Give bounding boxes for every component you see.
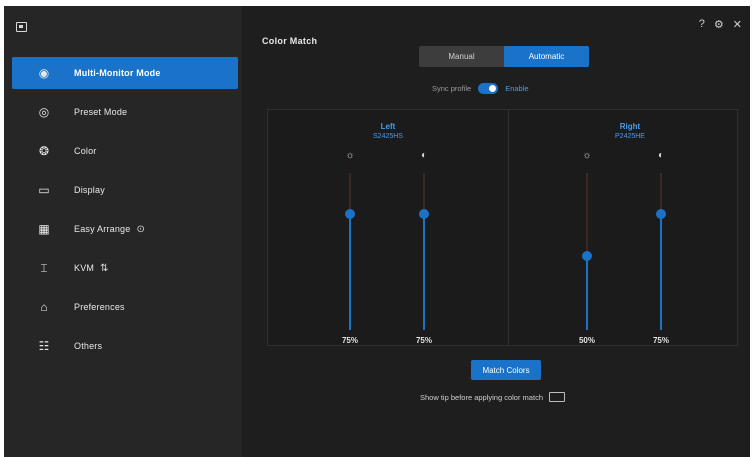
switch-icon: ⇅ — [100, 262, 109, 274]
display-icon: ▭ — [38, 183, 50, 197]
help-icon[interactable]: ? — [699, 18, 705, 31]
tip-text: Show tip before applying color match — [420, 392, 543, 402]
monitor-left-header: Left S2425HS — [356, 122, 420, 140]
close-icon[interactable]: ✕ — [733, 18, 742, 31]
slider-value: 75% — [652, 336, 669, 345]
sidebar-item-others[interactable]: ☷ Others — [12, 330, 238, 362]
brightness-icon: ☼ — [345, 150, 355, 161]
sidebar-item-multi-monitor-mode[interactable]: ◉ Multi-Monitor Mode — [12, 57, 238, 89]
toggle-right-label: Enable — [505, 84, 529, 93]
sync-toggle-row: Sync profile Enable — [432, 83, 529, 94]
sidebar: ◉ Multi-Monitor Mode ◎ Preset Mode ❂ Col… — [4, 6, 242, 457]
tip-row: Show tip before applying color match — [420, 392, 565, 402]
contrast-icon: ◐ — [657, 150, 665, 161]
toggle-left-label: Sync profile — [432, 84, 472, 93]
page-title: Color Match — [262, 36, 318, 46]
kvm-icon: ⌶ — [40, 260, 48, 275]
monitor-right-name: Right — [619, 122, 641, 131]
main-panel: ? ⚙ ✕ Color Match Manual Automatic Sync … — [242, 6, 750, 457]
slider-value: 50% — [578, 336, 595, 345]
home-icon: ⌂ — [40, 300, 48, 314]
app-logo-icon — [16, 22, 27, 32]
sidebar-nav: ◉ Multi-Monitor Mode ◎ Preset Mode ❂ Col… — [12, 57, 238, 369]
sidebar-item-label: Easy Arrange — [74, 224, 131, 234]
sidebar-item-label: Multi-Monitor Mode — [74, 68, 161, 78]
tab-manual[interactable]: Manual — [419, 46, 504, 67]
slider-fill — [423, 213, 425, 330]
sidebar-item-preset-mode[interactable]: ◎ Preset Mode — [12, 96, 238, 128]
slider-fill — [660, 213, 662, 330]
slider-thumb[interactable] — [345, 208, 355, 219]
brightness-icon: ☼ — [582, 150, 592, 161]
slider-fill — [586, 256, 588, 330]
sidebar-item-easy-arrange[interactable]: ▦ Easy Arrange ⊙ — [12, 213, 238, 245]
sidebar-item-label: Color — [74, 146, 97, 156]
monitor-icon: ◉ — [38, 66, 50, 80]
grid-icon: ▦ — [38, 222, 50, 236]
slider-thumb[interactable] — [419, 208, 429, 219]
monitor-sliders-panel: Left S2425HS Right P2425HE ☼ 75% ◐ 75% ☼… — [267, 109, 738, 346]
sidebar-item-preferences[interactable]: ⌂ Preferences — [12, 291, 238, 323]
sidebar-item-label: Display — [74, 185, 105, 195]
monitor-right-header: Right P2425HE — [598, 122, 662, 140]
window-controls: ? ⚙ ✕ — [699, 18, 742, 31]
tip-checkbox[interactable] — [549, 392, 565, 402]
sidebar-item-display[interactable]: ▭ Display — [12, 174, 238, 206]
slider-fill — [349, 213, 351, 330]
mode-segmented-control: Manual Automatic — [419, 46, 589, 67]
monitor-right-model: P2425HE — [615, 133, 645, 140]
preset-icon: ◎ — [38, 105, 50, 119]
panel-divider — [508, 110, 509, 345]
slider-thumb[interactable] — [656, 208, 666, 219]
sidebar-item-label: Preset Mode — [74, 107, 128, 117]
tab-automatic[interactable]: Automatic — [504, 46, 589, 67]
info-icon: ☷ — [38, 339, 50, 353]
settings-icon[interactable]: ⚙ — [714, 18, 724, 31]
sidebar-item-label: Preferences — [74, 302, 125, 312]
slider-thumb[interactable] — [582, 251, 592, 262]
new-feature-icon: ⊙ — [136, 223, 145, 235]
monitor-left-name: Left — [380, 122, 396, 131]
palette-icon: ❂ — [38, 144, 50, 158]
slider-value: 75% — [341, 336, 358, 345]
match-colors-button[interactable]: Match Colors — [471, 360, 541, 380]
contrast-icon: ◐ — [420, 150, 428, 161]
sidebar-item-label: KVM — [74, 263, 95, 273]
sidebar-item-label: Others — [74, 341, 103, 351]
sidebar-item-color[interactable]: ❂ Color — [12, 135, 238, 167]
monitor-left-model: S2425HS — [373, 133, 403, 140]
sidebar-item-kvm[interactable]: ⌶ KVM ⇅ — [12, 252, 238, 284]
app-window: ◉ Multi-Monitor Mode ◎ Preset Mode ❂ Col… — [4, 6, 750, 457]
sync-toggle[interactable] — [478, 83, 499, 94]
slider-value: 75% — [415, 336, 432, 345]
